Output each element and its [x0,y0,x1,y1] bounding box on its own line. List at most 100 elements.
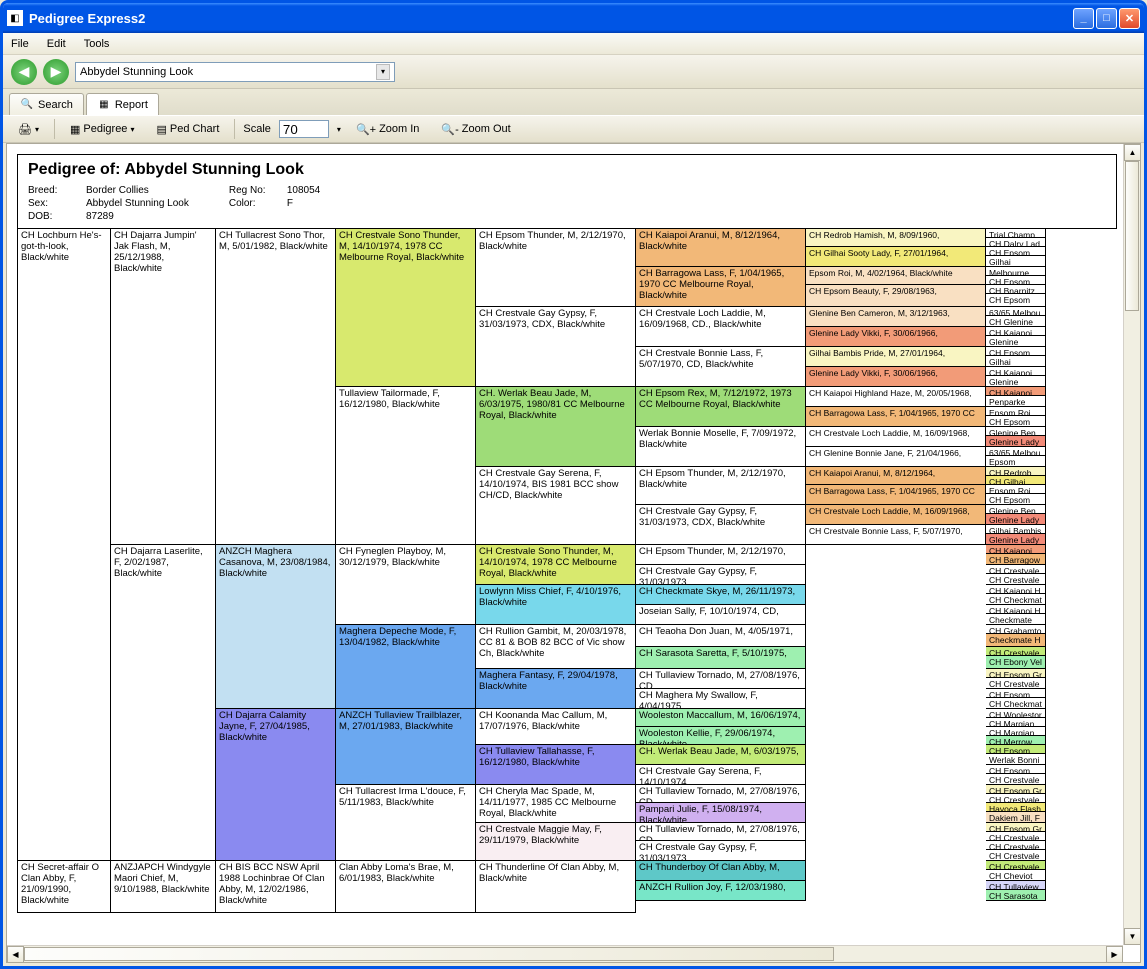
pedigree-cell: Penparke Tels [986,396,1046,407]
zoom-in-button[interactable]: 🔍+Zoom In [349,119,426,139]
pedigree-cell: Clan Abby Loma's Brae, M, 6/01/1983, Bla… [336,861,476,913]
scroll-down-button[interactable]: ▼ [1124,928,1141,945]
pedigree-cell: CH Secret-affair O Clan Abby, F, 21/09/1… [18,861,111,913]
pedigree-cell: CH Teaoha Don Juan, M, 4/05/1971, [636,625,806,647]
pedigree-cell: CH Crestvale [986,678,1046,689]
menu-file[interactable]: File [11,38,29,50]
pedigree-cell: CH Tullacrest Sono Thor, M, 5/01/1982, B… [216,229,336,545]
nav-toolbar: ◀ ▶ Abbydel Stunning Look ▾ [3,55,1144,89]
chevron-down-icon: ▾ [35,125,39,134]
pedigree-cell: Epsom Roi, M, 4/02/1964, Black/white [806,267,986,285]
pedigree-cell: CH Epsom Tin [986,276,1046,285]
pedigree-cell: CH Crestvale [986,861,1046,870]
maximize-button[interactable]: □ [1096,8,1117,29]
pedigree-cell: Havoca Flash [986,803,1046,812]
print-button[interactable]: 🖨▾ [11,119,46,139]
nav-forward-button[interactable]: ▶ [43,59,69,85]
pedigree-cell: Epsom Roi, M [986,485,1046,494]
pedigree-cell: CH Epsom Sh [986,347,1046,356]
scale-input[interactable] [279,120,329,138]
pedigree-header: Pedigree of: Abbydel Stunning Look Breed… [17,154,1117,229]
pedigree-cell: Maghera Fantasy, F, 29/04/1978, Black/wh… [476,669,636,709]
pedigree-cell: CH Crestvale [986,774,1046,785]
pedigree-cell: CH Dajarra Calamity Jayne, F, 27/04/1985… [216,709,336,861]
pedigree-column: CH Epsom Thunder, M, 2/12/1970, Black/wh… [476,229,636,913]
scroll-thumb[interactable] [24,947,834,961]
pedigree-cell: CH Crestvale [986,832,1046,841]
pedigree-cell: CH Barragow [986,554,1046,565]
pedigree-cell: CH Checkmate Skye, M, 26/11/1973, [636,585,806,605]
zoom-out-button[interactable]: 🔍-Zoom Out [434,119,517,139]
app-icon: ◧ [7,10,23,26]
pedigree-dropdown[interactable]: ▦Pedigree▾ [63,119,141,139]
pedigree-cell: Gilhai Bambile [986,256,1046,267]
tab-search[interactable]: 🔍 Search [9,93,84,115]
pedigree-cell: CH Kaiapoi Highland Haze, M, 20/05/1968, [806,387,986,407]
pedigree-cell: CH Crestvale [986,841,1046,850]
printer-icon: 🖨 [18,123,32,136]
pedigree-cell: Checkmate H [986,634,1046,647]
zoom-out-icon: 🔍- [441,123,458,136]
pedigree-cell: Tullaview Tailormade, F, 16/12/1980, Bla… [336,387,476,545]
scale-label: Scale [243,123,271,135]
pedigree-cell: CH Epsom Gr [986,669,1046,678]
menu-edit[interactable]: Edit [47,38,66,50]
pedigree-cell: CH BIS BCC NSW April 1988 Lochinbrae Of … [216,861,336,913]
pedchart-button[interactable]: ▤Ped Chart [149,119,226,139]
report-page: Pedigree of: Abbydel Stunning Look Breed… [17,154,1117,913]
pedigree-cell: CH Cheviot Je [986,870,1046,881]
grid-icon: ▦ [70,123,80,136]
pedigree-cell: CH Maghera My Swallow, F, 4/04/1975, [636,689,806,709]
chart-icon: ▤ [156,123,166,136]
record-combo[interactable]: Abbydel Stunning Look ▾ [75,62,395,82]
chevron-down-icon[interactable]: ▾ [376,64,390,80]
pedigree-cell: CH Margian Q [986,718,1046,727]
nav-back-button[interactable]: ◀ [11,59,37,85]
pedigree-cell: CH Thunderline Of Clan Abby, M, Black/wh… [476,861,636,913]
pedigree-cell: CH Dajarra Laserlite, F, 2/02/1987, Blac… [111,545,216,861]
pedigree-cell: Glenine Lady Vikki, F, 30/06/1966, [806,327,986,347]
pedigree-cell: CH Merrow Fir [986,736,1046,745]
pedigree-cell: CH Glenine Bonnie Jane, F, 21/04/1966, [806,447,986,467]
pedigree-cell: Gilhai Bambis [986,525,1046,534]
pedigree-cell: Melbourne Ro [986,267,1046,276]
pedigree-column: CH Kaiapoi Aranui, M, 8/12/1964, Black/w… [636,229,806,913]
pedigree-cell: CH Epsom Rex, M, 7/12/1972, 1973 CC Melb… [636,387,806,427]
scroll-right-button[interactable]: ▶ [1106,946,1123,963]
pedigree-cell: CH Dajarra Jumpin' Jak Flash, M, 25/12/1… [111,229,216,545]
window-controls: _ □ ✕ [1073,8,1140,29]
close-button[interactable]: ✕ [1119,8,1140,29]
pedigree-column: CH Lochburn He's-got-th-look, Black/whit… [18,229,111,913]
minimize-button[interactable]: _ [1073,8,1094,29]
scroll-left-button[interactable]: ◀ [7,946,24,963]
vertical-scrollbar[interactable]: ▲ ▼ [1123,144,1140,945]
pedigree-cell: ANZJAPCH Windygyle Maori Chief, M, 9/10/… [111,861,216,913]
pedigree-cell: CH Dalry Lad [986,238,1046,247]
pedigree-cell: CH Crestvale Maggie May, F, 29/11/1979, … [476,823,636,861]
pedigree-cell: CH Margian S [986,727,1046,736]
chevron-down-icon[interactable]: ▾ [337,125,341,134]
horizontal-scrollbar[interactable]: ◀ ▶ [7,945,1123,962]
pedigree-cell: CH Redrob Hamish, M, 8/09/1960, [806,229,986,247]
pedigree-cell: CH Epsom Gr [986,785,1046,794]
tab-report[interactable]: ▦ Report [86,93,159,115]
report-viewport: Pedigree of: Abbydel Stunning Look Breed… [6,143,1141,963]
pedigree-cell: CH Crestvale [986,850,1046,861]
scroll-thumb[interactable] [1125,161,1139,311]
scroll-up-button[interactable]: ▲ [1124,144,1141,161]
pedigree-cell: CH Epsom Th [986,689,1046,698]
pedigree-cell: CH Crestvale [986,565,1046,574]
pedigree-cell: CH Crestvale Gay Gypsy, F, 31/03/1973, [636,841,806,861]
window-title: Pedigree Express2 [29,11,1073,26]
pedigree-cell: CH Checkmat [986,698,1046,709]
pedigree-cell: Wooleston Maccallum, M, 16/06/1974, [636,709,806,727]
pedigree-cell: CH Crestvale [986,574,1046,585]
report-toolbar: 🖨▾ ▦Pedigree▾ ▤Ped Chart Scale ▾ 🔍+Zoom … [3,115,1144,143]
page-title: Pedigree of: Abbydel Stunning Look [28,161,1106,179]
menu-tools[interactable]: Tools [84,38,110,50]
pedigree-cell: Werlak Bonnie Moselle, F, 7/09/1972, Bla… [636,427,806,467]
pedigree-column: CH Redrob Hamish, M, 8/09/1960,CH Gilhai… [806,229,986,913]
pedigree-cell: CH Cheryla Mac Spade, M, 14/11/1977, 198… [476,785,636,823]
pedigree-cell: Trial Champ E [986,229,1046,238]
pedigree-cell: CH Kaiapoi Ar [986,387,1046,396]
